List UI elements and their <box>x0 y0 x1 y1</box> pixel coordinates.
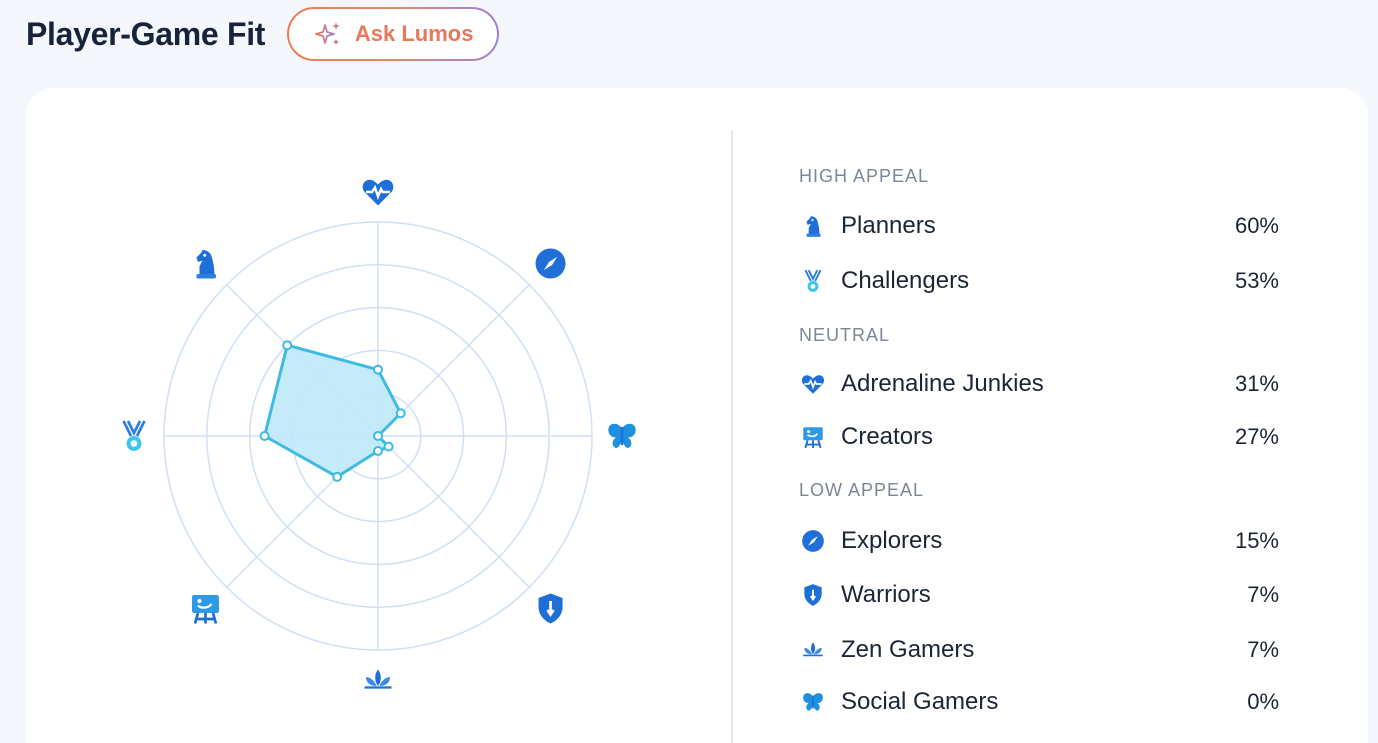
list-item-planners: Planners 60% <box>799 206 1279 246</box>
heartbeat-icon <box>799 370 827 398</box>
divider <box>731 130 733 743</box>
compass-icon <box>535 248 566 279</box>
section-low-appeal: LOW APPEAL <box>799 480 925 500</box>
list-item-explorers: Explorers 15% <box>799 521 1279 561</box>
list-item-pct: 31% <box>1234 371 1279 396</box>
chess-knight-icon <box>196 249 216 279</box>
radar-chart <box>122 179 636 689</box>
ask-lumos-button[interactable]: Ask Lumos <box>287 7 500 61</box>
section-high-appeal: HIGH APPEAL <box>799 166 930 186</box>
list-item-label: Social Gamers <box>841 688 999 715</box>
medal-icon <box>122 420 146 451</box>
easel-icon <box>799 423 827 451</box>
radar-point-challengers <box>259 431 270 441</box>
list-item-warriors: Warriors 7% <box>799 575 1279 615</box>
header: Player-Game Fit Ask Lumos <box>26 6 500 62</box>
ask-lumos-label: Ask Lumos <box>354 21 474 46</box>
list-item-creators: Creators 27% <box>799 417 1279 457</box>
list-item-label: Zen Gamers <box>841 636 975 663</box>
radar-point-zen-gamers <box>373 445 383 456</box>
grid-spoke <box>377 435 530 588</box>
radar-point-creators <box>332 471 343 482</box>
list-item-label: Creators <box>841 423 934 450</box>
heartbeat-icon <box>362 179 394 206</box>
radar-point-warriors <box>383 441 394 452</box>
list-item-pct: 0% <box>1247 689 1279 714</box>
radar-point-adrenaline-junkies <box>373 364 383 375</box>
list-item-label: Planners <box>841 212 936 239</box>
easel-icon <box>191 595 219 624</box>
radar-area <box>263 343 403 479</box>
shield-icon <box>799 581 827 609</box>
list-item-adrenaline-junkies: Adrenaline Junkies 31% <box>799 364 1279 404</box>
lotus-icon <box>364 669 392 689</box>
page-title: Player-Game Fit <box>26 15 266 52</box>
list-item-pct: 53% <box>1234 268 1279 293</box>
lotus-icon <box>799 636 827 664</box>
butterfly-icon <box>799 688 827 716</box>
list-item-pct: 7% <box>1247 582 1279 607</box>
list-item-pct: 7% <box>1247 637 1279 662</box>
list-item-pct: 60% <box>1234 213 1279 238</box>
list-item-zen-gamers: Zen Gamers 7% <box>799 630 1279 670</box>
list-item-challengers: Challengers 53% <box>799 261 1279 301</box>
compass-icon <box>799 527 827 555</box>
list-item-label: Challengers <box>841 267 970 294</box>
radar-point-planners <box>282 340 293 351</box>
list-item-pct: 15% <box>1234 528 1279 553</box>
list-item-social-gamers: Social Gamers 0% <box>799 682 1279 722</box>
list-item-label: Explorers <box>841 527 943 554</box>
chess-knight-icon <box>799 212 827 240</box>
medal-icon <box>799 267 827 295</box>
radar-point-explorers <box>395 408 406 419</box>
fit-card: HIGH APPEAL Planners 60% Challengers 53%… <box>26 88 1368 743</box>
shield-icon <box>538 593 563 624</box>
butterfly-icon <box>608 423 636 448</box>
list-item-pct: 27% <box>1234 424 1279 449</box>
sparkle-icon <box>314 22 340 45</box>
section-neutral: NEUTRAL <box>799 325 891 345</box>
list-item-label: Adrenaline Junkies <box>841 370 1044 397</box>
list-item-label: Warriors <box>841 581 931 608</box>
radar-point-social-gamers <box>373 431 383 441</box>
